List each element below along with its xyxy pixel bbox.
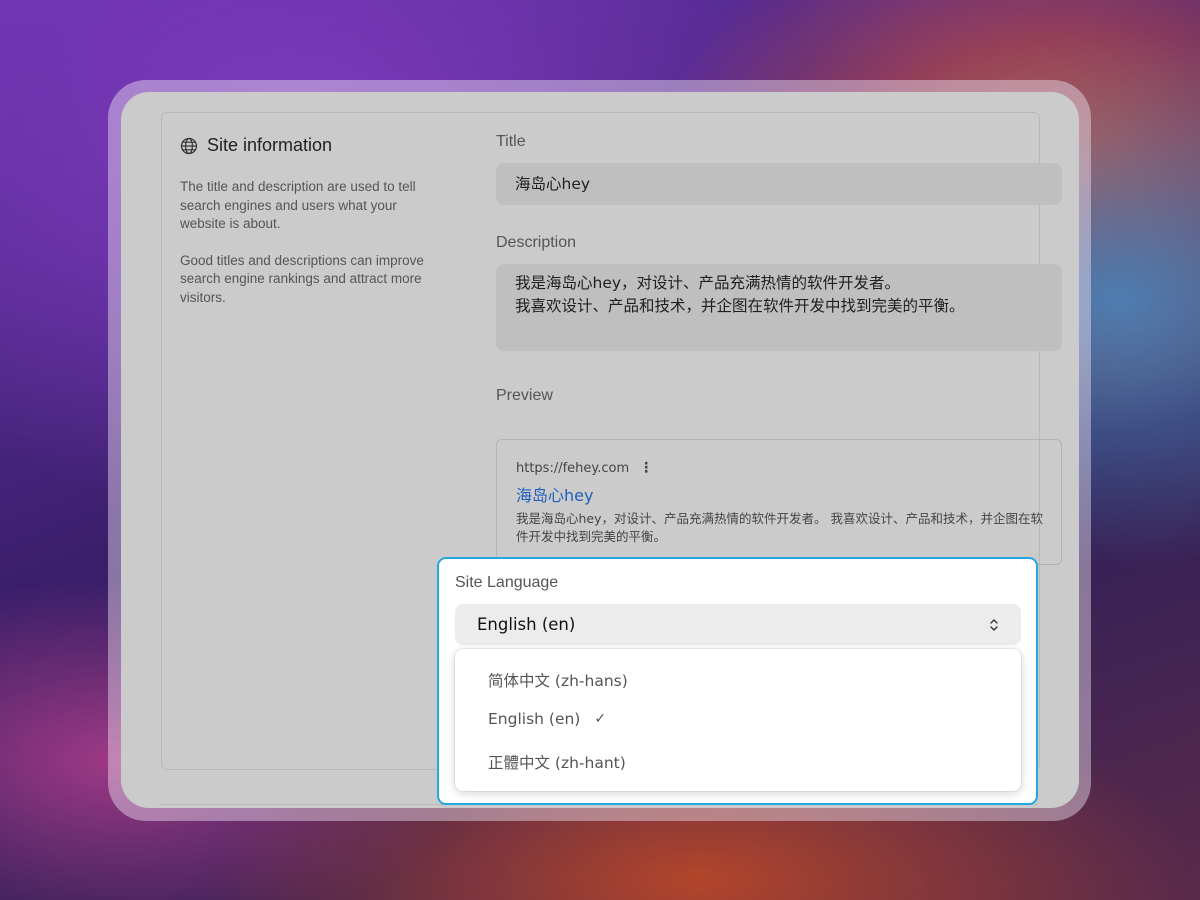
section-header: Site information	[180, 135, 442, 156]
description-textarea[interactable]: 我是海岛心hey，对设计、产品充满热情的软件开发者。 我喜欢设计、产品和技术，并…	[496, 264, 1062, 351]
language-select-value: English (en)	[477, 615, 576, 634]
description-line-2: 我喜欢设计、产品和技术，并企图在软件开发中找到完美的平衡。	[515, 297, 965, 315]
language-select[interactable]: English (en)	[455, 604, 1021, 645]
language-option-zh-hant[interactable]: 正體中文 (zh-hant)	[488, 751, 626, 773]
option-label: 正體中文 (zh-hant)	[488, 754, 626, 772]
description-line-1: 我是海岛心hey，对设计、产品充满热情的软件开发者。	[515, 274, 901, 292]
language-dropdown: 简体中文 (zh-hans) English (en) ✓ 正體中文 (zh-h…	[455, 649, 1021, 791]
preview-url: https://fehey.com	[516, 460, 630, 476]
title-input-value: 海岛心hey	[515, 175, 591, 193]
section-description: The title and description are used to te…	[180, 179, 416, 231]
title-input[interactable]: 海岛心hey	[496, 163, 1062, 205]
section-description-secondary: Good titles and descriptions can improve…	[180, 252, 424, 305]
section-info: Site information The title and descripti…	[180, 135, 442, 307]
site-language-label: Site Language	[455, 574, 559, 591]
search-preview: https://fehey.com ⋮ 海岛心hey 我是海岛心hey，对设计、…	[496, 439, 1062, 565]
option-label: 简体中文 (zh-hans)	[488, 672, 628, 690]
description-label: Description	[496, 234, 577, 251]
section-title: Site information	[207, 135, 333, 155]
more-vertical-icon: ⋮	[639, 460, 654, 476]
preview-url-row: https://fehey.com ⋮	[516, 460, 653, 476]
check-icon: ✓	[594, 711, 607, 727]
language-option-zh-hans[interactable]: 简体中文 (zh-hans)	[488, 669, 628, 691]
site-language-panel: Site Language English (en) 简体中文 (zh-hans…	[437, 557, 1038, 805]
preview-description: 我是海岛心hey，对设计、产品充满热情的软件开发者。 我喜欢设计、产品和技术，并…	[516, 511, 1043, 544]
title-label: Title	[496, 133, 526, 150]
chevron-up-down-icon	[989, 618, 999, 632]
option-label: English (en)	[488, 710, 581, 728]
globe-icon	[180, 137, 198, 155]
language-option-en[interactable]: English (en) ✓	[488, 710, 606, 728]
preview-title: 海岛心hey	[516, 486, 594, 505]
preview-label: Preview	[496, 387, 553, 404]
